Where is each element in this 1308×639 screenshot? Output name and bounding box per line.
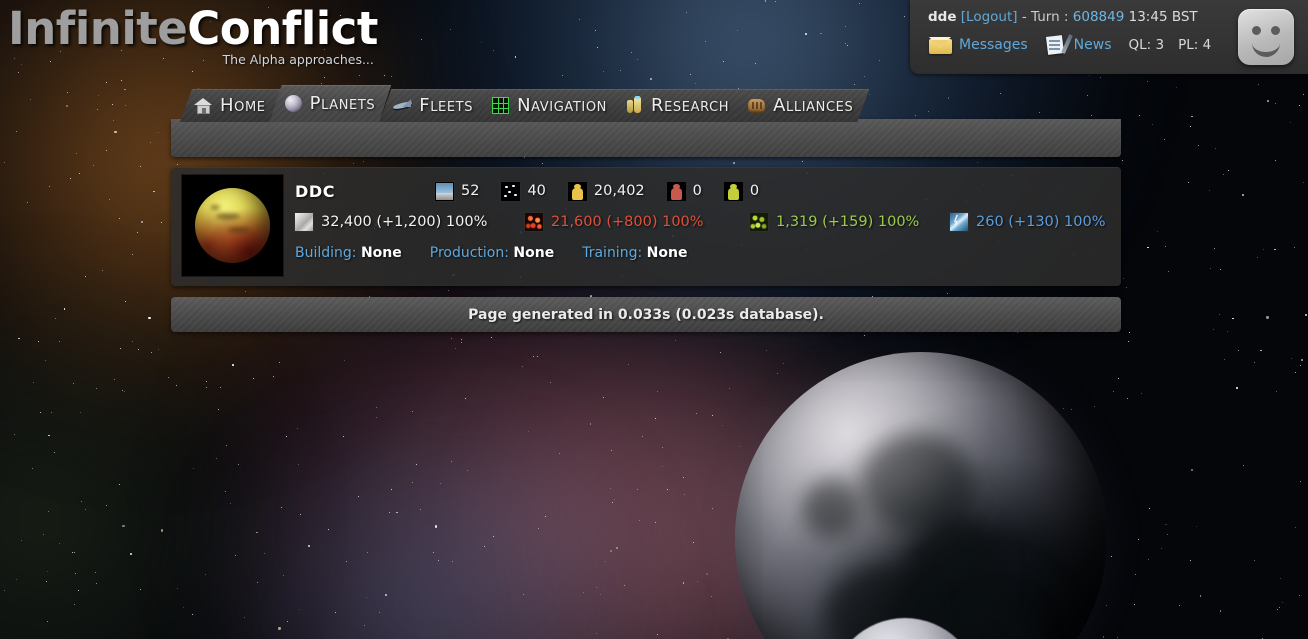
avatar[interactable] [1238,9,1294,65]
news-label: News [1073,37,1112,53]
queue-production-label: Production: [429,245,509,261]
tab-navigation[interactable]: Navigation [477,89,623,122]
energy-icon [950,213,968,231]
resource-crystal: 21,600 (+800) 100% [525,213,750,231]
messages-label: Messages [959,37,1028,53]
queue-production-value: None [513,245,555,261]
tab-planets[interactable]: Planets [270,85,392,122]
crystal-icon [525,213,543,231]
queue-production: Production: None [430,245,554,261]
stars-icon [501,181,521,201]
queue-training: Training: None [582,245,687,261]
main-navigation-tabs: Home Planets Fleets Navigation Research … [180,85,857,122]
user-info: dde [Logout] - Turn : 608849 13:45 BST M… [910,0,1232,56]
queue-training-label: Training: [582,245,643,261]
news-link[interactable]: News [1045,34,1112,56]
queue-building-label: Building: [295,245,357,261]
planet-thumbnail[interactable] [182,175,283,276]
food-icon [750,213,768,231]
resource-energy-value: 260 (+130) 100% [976,214,1106,230]
page-toolbar [171,119,1121,157]
turn-label: Turn : [1031,9,1069,25]
user-status-line: dde [Logout] - Turn : 608849 13:45 BST [928,7,1232,27]
tab-fleets[interactable]: Fleets [379,89,489,122]
planet-name[interactable]: DDC [295,182,435,201]
avatar-mouth [1252,38,1280,57]
metal-icon [295,213,313,231]
logout-link[interactable]: [Logout] [961,9,1018,25]
logo-part-one: Infinite [8,2,188,55]
resource-food-value: 1,319 (+159) 100% [776,214,920,230]
logo-part-two: Conflict [187,2,378,55]
tab-navigation-label: Navigation [517,95,608,116]
user-links-row: Messages News QL: 3 PL: 4 [928,34,1232,56]
planet-queues-row: Building: None Production: None Training… [295,240,1111,266]
ship-icon [393,96,412,115]
stat-green-troops: 0 [723,181,760,201]
username: dde [928,9,957,25]
queue-building-value: None [360,245,402,261]
stat-red-troops: 0 [666,181,702,201]
envelope-icon [928,36,954,55]
planet-resources-row: 32,400 (+1,200) 100% 21,600 (+800) 100% … [295,208,1111,236]
queue-building: Building: None [295,245,402,261]
stat-stars: 40 [501,181,546,201]
tab-planets-label: Planets [309,93,376,114]
tab-fleets-label: Fleets [419,95,474,116]
user-header-box: dde [Logout] - Turn : 608849 13:45 BST M… [910,0,1308,74]
site-logo[interactable]: InfiniteConflict The Alpha approaches... [8,2,378,68]
tab-research-label: Research [651,95,730,116]
resource-metal-value: 32,400 (+1,200) 100% [321,214,488,230]
page-footer: Page generated in 0.033s (0.023s databas… [171,297,1121,332]
stat-stars-value: 40 [527,183,546,199]
avatar-eye-right [1271,26,1280,35]
news-icon [1045,34,1073,56]
page-generated-text: Page generated in 0.033s (0.023s databas… [468,306,824,323]
tab-alliances[interactable]: Alliances [733,89,869,122]
land-icon [435,181,454,201]
stat-population: 20,402 [567,181,645,201]
stat-green-troops-value: 0 [749,183,760,199]
grid-icon [491,96,510,115]
population-icon [567,181,587,201]
resource-food: 1,319 (+159) 100% [750,213,950,231]
pl-indicator: PL: 4 [1178,37,1212,53]
separator: - [1021,9,1027,25]
resource-energy: 260 (+130) 100% [950,213,1106,231]
server-time: 13:45 BST [1128,9,1198,25]
planet-details: DDC 52 40 20,402 0 0 32,400 (+1,200) 100… [295,177,1111,266]
flask-icon [625,96,644,115]
resource-crystal-value: 21,600 (+800) 100% [551,214,704,230]
tab-home[interactable]: Home [180,89,282,122]
tab-home-label: Home [220,95,266,116]
ql-indicator: QL: 3 [1128,37,1165,53]
planet-stats-row: DDC 52 40 20,402 0 0 [295,177,1111,205]
stat-land-value: 52 [461,183,480,199]
turn-value: 608849 [1072,9,1125,25]
planet-thumbnail-image [195,188,270,263]
messages-link[interactable]: Messages [928,36,1028,55]
home-icon [194,96,213,115]
planet-summary-panel: DDC 52 40 20,402 0 0 32,400 (+1,200) 100… [171,167,1121,286]
red-troops-icon [666,181,686,201]
stat-population-value: 20,402 [593,183,645,199]
avatar-eye-left [1252,26,1261,35]
queue-training-value: None [646,245,688,261]
tab-research[interactable]: Research [611,89,745,122]
stat-land: 52 [435,181,480,201]
tab-alliances-label: Alliances [773,95,854,116]
planet-icon [284,94,303,113]
stat-red-troops-value: 0 [692,183,702,199]
green-troops-icon [723,181,743,201]
resource-metal: 32,400 (+1,200) 100% [295,213,525,231]
fist-icon [747,96,766,115]
